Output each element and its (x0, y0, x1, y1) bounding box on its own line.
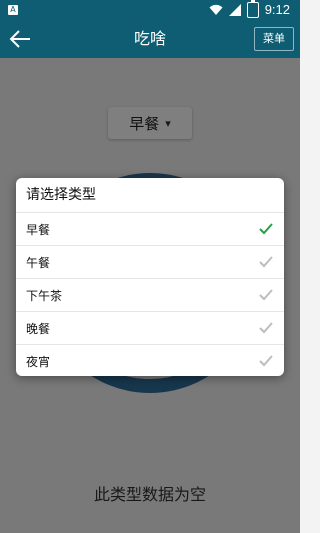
option-label: 下午茶 (26, 288, 63, 303)
back-arrow-icon[interactable] (8, 28, 32, 50)
option-lunch[interactable]: 午餐 (16, 245, 284, 278)
check-icon (259, 355, 273, 367)
check-icon (259, 289, 273, 301)
type-picker-dialog: 请选择类型 早餐 午餐 下午茶 晚餐 夜宵 (16, 178, 284, 376)
clock: 9:12 (264, 2, 290, 17)
wifi-icon (209, 4, 223, 15)
status-bar: A 5 9:12 (0, 0, 300, 20)
option-label: 午餐 (26, 255, 51, 270)
dialog-title: 请选择类型 (26, 187, 96, 203)
option-label: 夜宵 (26, 354, 51, 369)
option-dinner[interactable]: 晚餐 (16, 311, 284, 344)
toolbar: 吃啥 菜单 (0, 20, 300, 58)
menu-button[interactable]: 菜单 (254, 27, 294, 51)
option-breakfast[interactable]: 早餐 (16, 212, 284, 245)
signal-icon (228, 4, 241, 16)
check-icon (259, 223, 273, 235)
option-late-night-snack[interactable]: 夜宵 (16, 344, 284, 376)
option-label: 早餐 (26, 222, 51, 237)
check-icon (259, 256, 273, 268)
sim-icon: A (8, 5, 18, 15)
option-afternoon-tea[interactable]: 下午茶 (16, 278, 284, 311)
option-label: 晚餐 (26, 321, 51, 336)
check-icon (259, 322, 273, 334)
battery-icon: 5 (246, 0, 259, 18)
status-icons: 5 9:12 (209, 0, 290, 18)
